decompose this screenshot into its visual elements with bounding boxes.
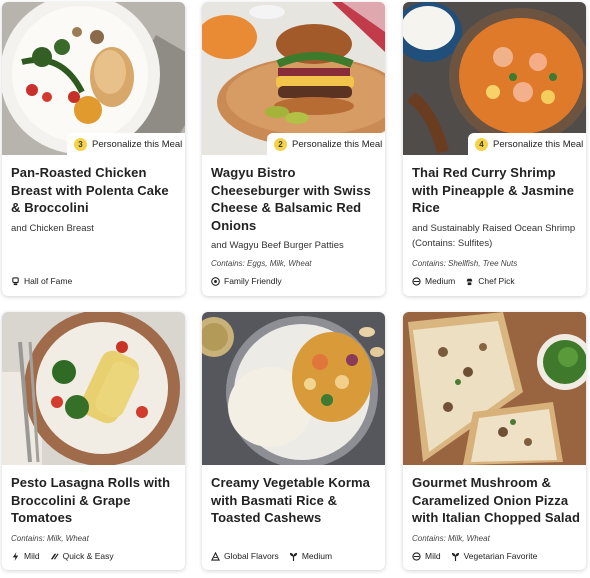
quick-icon (50, 552, 59, 560)
meal-card[interactable]: 2 Personalize this Meal Wagyu Bistro Che… (202, 2, 385, 296)
meal-tag: Mild (11, 551, 40, 561)
family-icon (211, 276, 220, 286)
meal-photo[interactable] (403, 312, 586, 465)
personalize-label: Personalize this Meal (92, 138, 183, 150)
allergen-info: Contains: Eggs, Milk, Wheat (211, 259, 312, 268)
personalize-button[interactable]: 3 Personalize this Meal (67, 133, 185, 155)
meal-title[interactable]: Creamy Vegetable Korma with Basmati Rice… (211, 474, 379, 527)
spice-icon (412, 551, 421, 561)
meal-tag-label: Mild (24, 551, 40, 561)
personalize-label: Personalize this Meal (493, 138, 584, 150)
meal-card[interactable]: 3 Personalize this Meal Pan-Roasted Chic… (2, 2, 185, 296)
meal-tag: Quick & Easy (50, 551, 114, 561)
meal-photo[interactable] (2, 312, 185, 465)
meal-tag: Global Flavors (211, 551, 279, 561)
meal-tag-label: Global Flavors (224, 551, 279, 561)
allergen-info: Contains: Milk, Wheat (11, 534, 89, 543)
meal-tags: Family Friendly (211, 276, 282, 286)
meal-tag-label: Chef Pick (478, 276, 515, 286)
meal-tag: Chef Pick (465, 276, 515, 286)
meal-tags: Medium Chef Pick (412, 276, 515, 286)
customization-count-badge: 2 (274, 137, 287, 151)
meal-tag: Hall of Fame (11, 276, 72, 286)
meal-card[interactable]: Pesto Lasagna Rolls with Broccolini & Gr… (2, 312, 185, 570)
meal-card[interactable]: Gourmet Mushroom & Caramelized Onion Piz… (403, 312, 586, 570)
meal-tag-label: Medium (301, 551, 333, 561)
meal-tag-label: Family Friendly (224, 276, 282, 286)
meal-title[interactable]: Wagyu Bistro Cheeseburger with Swiss Che… (211, 164, 379, 234)
meal-tag-label: Quick & Easy (62, 551, 114, 561)
meal-tag-label: Mild (425, 551, 441, 561)
meal-photo[interactable] (202, 312, 385, 465)
sprout-icon (451, 552, 459, 561)
meal-tags: Mild Quick & Easy (11, 551, 114, 561)
meal-title[interactable]: Pan-Roasted Chicken Breast with Polenta … (11, 164, 179, 217)
spice-icon (412, 276, 421, 286)
meal-tag-label: Vegetarian Favorite (463, 551, 538, 561)
meal-tag: Medium (289, 551, 332, 561)
meal-tag: Family Friendly (211, 276, 282, 286)
meal-tags: Hall of Fame (11, 276, 72, 286)
personalize-button[interactable]: 2 Personalize this Meal (267, 133, 385, 155)
trophy-icon (12, 276, 19, 285)
meal-tag: Mild (412, 551, 441, 561)
lightning-icon (12, 551, 19, 561)
meal-subtitle: and Sustainably Raised Ocean Shrimp (Con… (412, 222, 576, 249)
personalize-button[interactable]: 4 Personalize this Meal (468, 133, 586, 155)
meal-tags: Mild Vegetarian Favorite (412, 551, 537, 561)
sprout-icon (289, 552, 297, 561)
meal-card[interactable]: Creamy Vegetable Korma with Basmati Rice… (202, 312, 385, 570)
meal-tags: Global Flavors Medium (211, 551, 332, 561)
chef-hat-icon (467, 278, 473, 285)
meal-card[interactable]: 4 Personalize this Meal Thai Red Curry S… (403, 2, 586, 296)
meal-title[interactable]: Thai Red Curry Shrimp with Pineapple & J… (412, 164, 580, 217)
meal-tag-label: Medium (425, 276, 456, 286)
meal-title[interactable]: Pesto Lasagna Rolls with Broccolini & Gr… (11, 474, 179, 527)
allergen-info: Contains: Shellfish, Tree Nuts (412, 259, 518, 268)
meal-tag-label: Hall of Fame (24, 276, 73, 286)
meal-tag: Medium (412, 276, 455, 286)
meal-tag: Vegetarian Favorite (451, 551, 538, 561)
meal-title[interactable]: Gourmet Mushroom & Caramelized Onion Piz… (412, 474, 580, 527)
meal-subtitle: and Chicken Breast (11, 222, 94, 234)
personalize-label: Personalize this Meal (292, 138, 383, 150)
customization-count-badge: 3 (74, 137, 87, 151)
globe-icon (211, 551, 220, 561)
meal-subtitle: and Wagyu Beef Burger Patties (211, 240, 344, 251)
customization-count-badge: 4 (475, 137, 488, 151)
allergen-info: Contains: Milk, Wheat (412, 534, 490, 543)
